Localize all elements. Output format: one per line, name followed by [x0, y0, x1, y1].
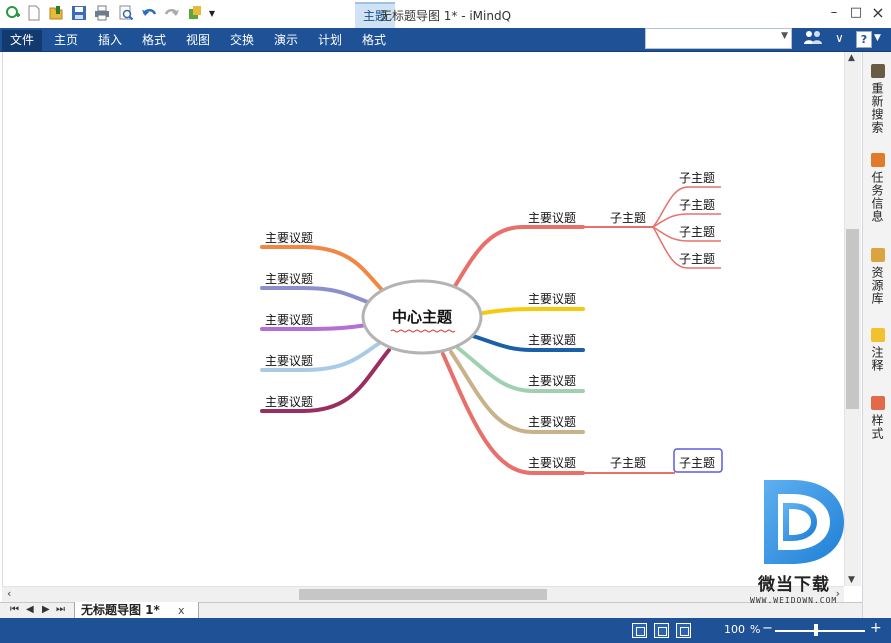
menu-format[interactable]: 格式 — [135, 30, 173, 51]
fit-selection-icon[interactable] — [676, 623, 691, 638]
scroll-up-icon[interactable]: ▲ — [848, 53, 855, 63]
search-again-icon — [870, 64, 885, 78]
watermark-name: 微当下载 — [758, 575, 830, 595]
right-topic-1[interactable]: 主要议题 — [528, 209, 576, 226]
zoom-slider[interactable] — [775, 630, 865, 632]
subtopic-top[interactable]: 子主题 — [610, 209, 646, 226]
subtopic-bottom[interactable]: 子主题 — [610, 454, 646, 471]
add-in-icon[interactable] — [186, 4, 204, 22]
horizontal-scrollbar[interactable]: ‹ › — [2, 586, 844, 602]
zoom-value: 100 — [724, 623, 745, 636]
styles-icon — [870, 396, 885, 410]
next-tab-icon[interactable]: ▶ — [42, 604, 50, 615]
chevron-down-icon[interactable]: ▼ — [781, 31, 788, 41]
menu-plan[interactable]: 计划 — [311, 30, 349, 51]
sub-subtopic-bottom[interactable]: 子主题 — [679, 454, 715, 471]
close-button[interactable]: × — [870, 5, 886, 21]
customize-toolbar-icon[interactable]: ▼ — [206, 4, 218, 22]
print-preview-icon[interactable] — [117, 4, 135, 22]
menu-topic-format[interactable]: 格式 — [355, 30, 393, 51]
first-tab-icon[interactable]: ⏮ — [10, 604, 19, 615]
right-topic-6[interactable]: 主要议题 — [528, 454, 576, 471]
side-panel-styles[interactable]: 样式 — [863, 396, 891, 440]
side-panel-bar: 重新搜索 任务信息 资源库 注释 样式 — [862, 52, 891, 618]
menu-exchange[interactable]: 交换 — [223, 30, 261, 51]
notes-icon — [870, 328, 885, 342]
right-topic-5[interactable]: 主要议题 — [528, 413, 576, 430]
fit-map-icon[interactable] — [632, 623, 647, 638]
side-panel-label: 样式 — [870, 414, 884, 440]
open-folder-icon[interactable] — [47, 4, 65, 22]
task-info-icon — [870, 153, 885, 167]
document-tab-label: 无标题导图 1* — [81, 603, 160, 617]
library-icon — [870, 248, 885, 262]
zoom-out-icon[interactable]: − — [762, 621, 773, 636]
right-branch-1 — [453, 225, 585, 288]
zoom-slider-thumb[interactable] — [814, 624, 818, 636]
fit-width-icon[interactable] — [654, 623, 669, 638]
context-tab-topic[interactable]: 主题 — [355, 2, 395, 28]
mind-map-canvas[interactable]: 中心主题 主要议题 主要议题 主要议题 主要议题 主要议题 主要议题 主要议题 … — [2, 52, 844, 586]
watermark-logo — [764, 480, 844, 564]
side-panel-label: 注释 — [870, 346, 884, 372]
vertical-scroll-thumb[interactable] — [846, 229, 859, 409]
sub-subtopic-3[interactable]: 子主题 — [679, 223, 715, 240]
title-bar: ▼ 主题 无标题导图 1* - iMindQ – □ × — [0, 0, 891, 28]
people-icon[interactable] — [799, 29, 827, 51]
sub-subtopic-2[interactable]: 子主题 — [679, 196, 715, 213]
menu-home[interactable]: 主页 — [47, 30, 85, 51]
right-branch-2 — [481, 307, 585, 315]
sub-subtopic-4[interactable]: 子主题 — [679, 250, 715, 267]
last-tab-icon[interactable]: ⏭ — [56, 604, 65, 615]
redo-icon[interactable] — [163, 4, 181, 22]
side-panel-notes[interactable]: 注释 — [863, 328, 891, 372]
left-topic-2[interactable]: 主要议题 — [265, 270, 313, 287]
scroll-left-icon[interactable]: ‹ — [7, 587, 11, 600]
zoom-unit: % — [750, 623, 761, 636]
document-tab-bar: ⏮ ◀ ▶ ⏭ 无标题导图 1* x — [0, 602, 862, 619]
left-branch-2 — [260, 286, 378, 307]
zoom-in-icon[interactable]: + — [870, 620, 882, 636]
close-tab-icon[interactable]: x — [178, 604, 185, 617]
new-document-icon[interactable] — [25, 4, 43, 22]
right-topic-4[interactable]: 主要议题 — [528, 372, 576, 389]
previous-tab-icon[interactable]: ◀ — [26, 604, 34, 615]
left-topic-4[interactable]: 主要议题 — [265, 352, 313, 369]
menu-view[interactable]: 视图 — [179, 30, 217, 51]
sub-subtopic-1[interactable]: 子主题 — [679, 169, 715, 186]
restore-button[interactable]: □ — [848, 5, 864, 21]
new-topic-icon[interactable] — [4, 4, 22, 22]
menu-present[interactable]: 演示 — [267, 30, 305, 51]
watermark: 微当下载 WWW.WEIDOWN.COM — [750, 476, 862, 612]
side-panel-task-info[interactable]: 任务信息 — [863, 153, 891, 223]
side-panel-label: 资源库 — [870, 266, 884, 305]
save-icon[interactable] — [70, 4, 88, 22]
status-bar: 100 % − + — [0, 618, 891, 643]
help-dropdown-icon[interactable]: ▼ — [874, 33, 881, 43]
horizontal-scroll-thumb[interactable] — [299, 589, 547, 600]
side-panel-library[interactable]: 资源库 — [863, 248, 891, 305]
right-topic-3[interactable]: 主要议题 — [528, 331, 576, 348]
left-topic-5[interactable]: 主要议题 — [265, 393, 313, 410]
undo-icon[interactable] — [140, 4, 158, 22]
menu-insert[interactable]: 插入 — [91, 30, 129, 51]
left-topic-3[interactable]: 主要议题 — [265, 311, 313, 328]
search-combobox[interactable]: ▼ — [645, 28, 792, 49]
print-icon[interactable] — [93, 4, 111, 22]
minimize-button[interactable]: – — [826, 5, 842, 21]
menu-file[interactable]: 文件 — [2, 30, 42, 51]
left-topic-1[interactable]: 主要议题 — [265, 229, 313, 246]
watermark-url: WWW.WEIDOWN.COM — [750, 596, 838, 605]
collapse-ribbon-icon[interactable]: ∨ — [835, 31, 844, 45]
central-topic[interactable]: 中心主题 — [381, 306, 463, 327]
help-button[interactable]: ? — [856, 31, 872, 48]
side-panel-search-again[interactable]: 重新搜索 — [863, 64, 891, 134]
side-panel-label: 任务信息 — [870, 171, 884, 223]
side-panel-label: 重新搜索 — [870, 82, 884, 134]
right-topic-2[interactable]: 主要议题 — [528, 290, 576, 307]
